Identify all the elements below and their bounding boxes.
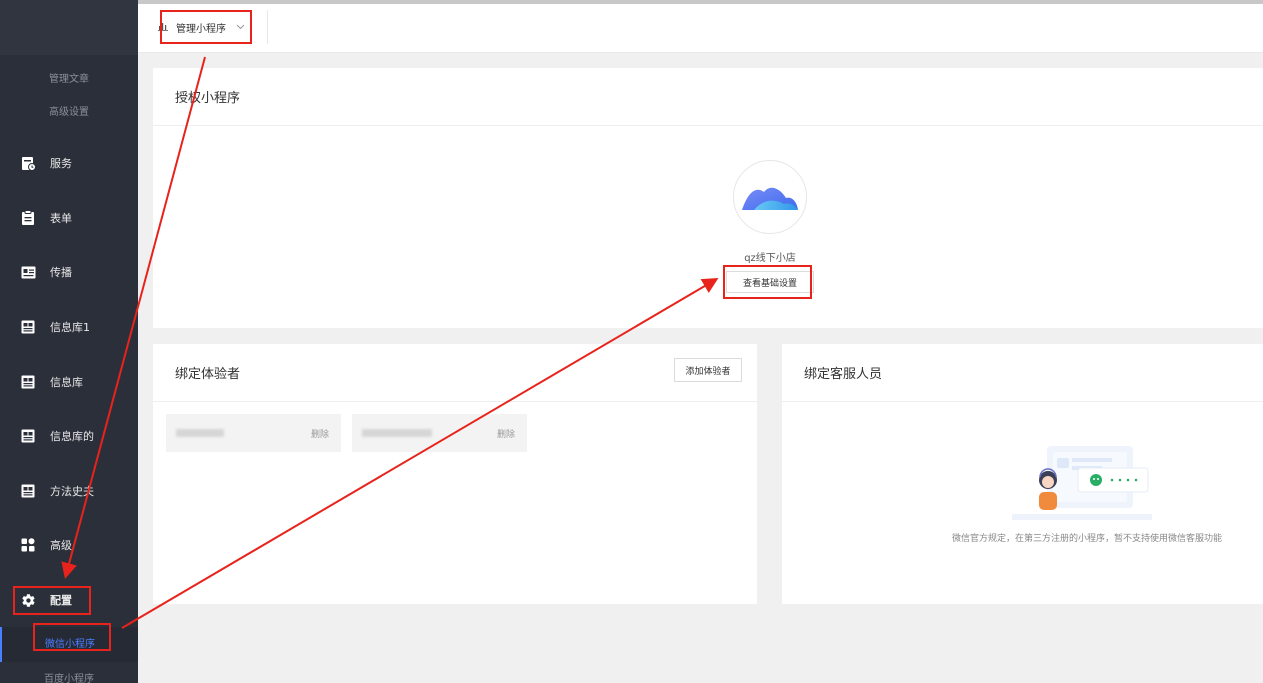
sidebar-item-label: 信息库的 — [50, 430, 94, 444]
sidebar-subitem-baidu-miniprogram[interactable]: 百度小程序 — [0, 662, 138, 683]
grid-icon — [20, 428, 36, 444]
card-title: 授权小程序 — [153, 68, 1263, 126]
bind-customer-service-card: 绑定客服人员 微信官方规定，在第三方注册的小程序，暂不支持使用微信客服功能 — [782, 344, 1263, 604]
sidebar-header — [0, 0, 138, 55]
sidebar-item-form[interactable]: 表单 — [0, 191, 138, 246]
card-title: 绑定客服人员 — [782, 344, 1263, 402]
customer-service-notice: 微信官方规定，在第三方注册的小程序，暂不支持使用微信客服功能 — [952, 534, 1223, 544]
sidebar-item-label: 信息库1 — [50, 321, 90, 335]
sidebar-subitem-advanced-settings[interactable]: 高级设置 — [0, 96, 138, 129]
tester-name-redacted — [362, 429, 432, 437]
add-tester-button[interactable]: 添加体验者 — [674, 358, 742, 382]
bind-testers-card: 绑定体验者 添加体验者 删除 删除 — [153, 344, 757, 604]
sidebar-subitem-manage-articles[interactable]: 管理文章 — [0, 63, 138, 96]
sidebar-item-method[interactable]: 方法史夫 — [0, 464, 138, 519]
sidebar-item-infobase-1[interactable]: 信息库1 — [0, 300, 138, 355]
sidebar-item-label: 传播 — [50, 266, 72, 280]
view-basic-settings-button[interactable]: 查看基础设置 — [726, 271, 814, 293]
card-icon — [20, 264, 36, 280]
chevron-down-icon — [236, 22, 245, 33]
sidebar: 管理文章 高级设置 服务 表单 传播 信息库1 信息库 信息库的 方法史夫 高级… — [0, 0, 138, 683]
sidebar-item-service[interactable]: 服务 — [0, 136, 138, 191]
sidebar-item-label: 表单 — [50, 211, 72, 225]
app-name: qz线下小店 — [744, 253, 796, 264]
card-title: 绑定体验者 — [153, 344, 757, 402]
delete-tester-button[interactable]: 删除 — [497, 427, 515, 440]
sidebar-item-label: 服务 — [50, 157, 72, 171]
app-logo — [733, 160, 807, 234]
tester-chip: 删除 — [352, 414, 527, 452]
delete-tester-button[interactable]: 删除 — [311, 427, 329, 440]
sidebar-item-label: 信息库 — [50, 375, 83, 389]
sidebar-item-infobase-of[interactable]: 信息库的 — [0, 409, 138, 464]
grid-icon — [20, 483, 36, 499]
top-strip — [138, 0, 1263, 4]
sidebar-item-config[interactable]: 配置 — [0, 573, 138, 628]
tester-name-redacted — [176, 429, 224, 437]
grid-icon — [20, 319, 36, 335]
clipboard-icon — [20, 210, 36, 226]
bar-chart-icon — [158, 21, 168, 34]
customer-service-illustration — [1012, 444, 1157, 526]
apps-icon — [20, 537, 36, 553]
authorize-miniprogram-card: 授权小程序 qz线下小店 查看基础设置 — [153, 68, 1263, 328]
manage-miniprogram-dropdown[interactable]: 管理小程序 — [150, 10, 268, 44]
sidebar-item-spread[interactable]: 传播 — [0, 245, 138, 300]
dropdown-label: 管理小程序 — [176, 23, 226, 35]
sidebar-item-advanced[interactable]: 高级 — [0, 518, 138, 573]
top-bar: 管理小程序 — [138, 0, 1263, 53]
sidebar-item-infobase[interactable]: 信息库 — [0, 354, 138, 409]
sidebar-item-label: 方法史夫 — [50, 484, 94, 498]
grid-icon — [20, 374, 36, 390]
sidebar-item-label: 高级 — [50, 539, 72, 553]
service-icon — [20, 155, 36, 171]
sidebar-subitem-wechat-miniprogram[interactable]: 微信小程序 — [0, 627, 138, 663]
gear-icon — [20, 592, 36, 608]
sidebar-item-label: 配置 — [50, 594, 72, 608]
tester-chip: 删除 — [166, 414, 341, 452]
